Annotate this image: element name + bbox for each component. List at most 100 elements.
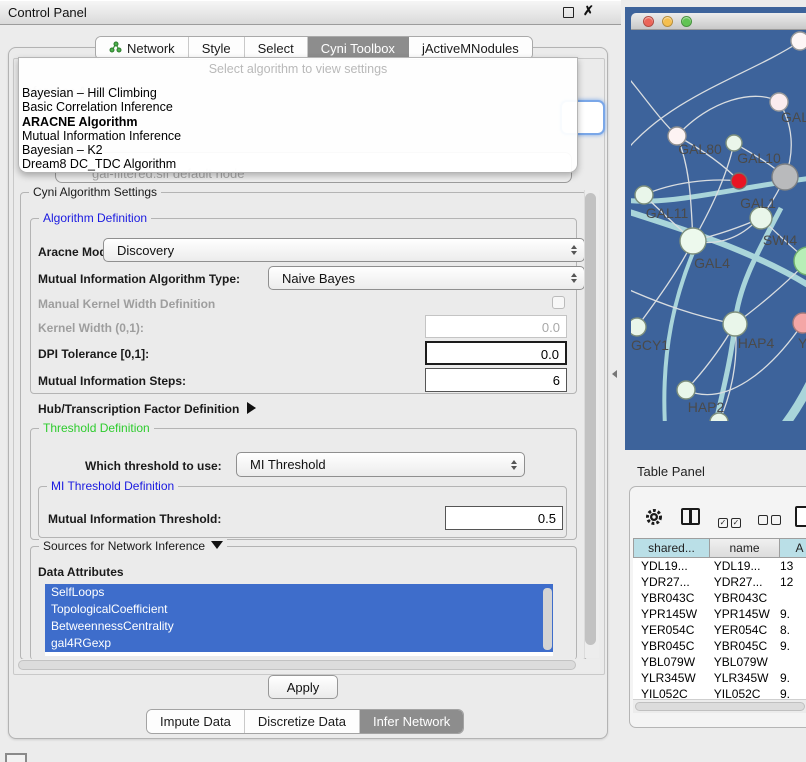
table-cell: YBR045C [706,638,772,654]
attribute-item-selfloops[interactable]: SelfLoops [45,584,553,601]
node-green-small[interactable] [726,135,742,151]
table-row[interactable]: YDR27...YDR27...12 [633,574,806,590]
network-edge[interactable] [631,210,806,288]
network-edge[interactable] [779,382,806,421]
node-label-gal80: GAL80 [678,141,722,157]
mi-threshold-field[interactable]: 0.5 [445,506,563,530]
table-panel-title: Table Panel [637,464,705,479]
column-header-a[interactable]: A [780,538,806,558]
network-canvas[interactable]: GALGAL80GAL10GAL1GAL11SWI4GAL4GCY1HAP4YH… [631,30,806,421]
node-gray[interactable] [772,164,798,190]
combo-stepper-icon [571,273,577,283]
table-cell: YDR27... [706,574,772,590]
attribute-item-gal4rgexp[interactable]: gal4RGexp [45,635,553,652]
table-cell: YPR145W [633,606,706,622]
minimize-window-button[interactable] [662,16,673,27]
table-rows: YDL19...YDL19...13YDR27...YDR27...12YBR0… [633,558,806,699]
node-gal4[interactable] [680,228,706,254]
column-header-name[interactable]: name [710,538,780,558]
close-window-button[interactable] [643,16,654,27]
table-horizontal-scrollbar-thumb[interactable] [635,702,805,711]
bottom-tab-infer-network[interactable]: Infer Network [360,710,463,733]
show-columns-icon[interactable] [681,508,700,525]
node-label-gal10: GAL10 [737,150,781,166]
table-row[interactable]: YER054CYER054C8. [633,622,806,638]
node-gal11[interactable] [635,186,653,204]
attribute-item-betweennesscentrality[interactable]: BetweennessCentrality [45,618,553,635]
which-threshold-combo[interactable]: MI Threshold [236,452,525,477]
table-header-row: shared...nameA [633,538,806,558]
table-cell: YDL19... [706,558,772,574]
hub-tf-definition-expander[interactable]: Hub/Transcription Factor Definition [38,402,256,416]
table-row[interactable]: YPR145WYPR145W9. [633,606,806,622]
table-row[interactable]: YBR043CYBR043C [633,590,806,606]
minimized-panel-icon[interactable] [5,753,27,762]
network-edge[interactable] [677,96,779,136]
tab-select[interactable]: Select [245,37,308,59]
network-icon [109,41,122,56]
close-panel-icon[interactable]: ✗ [583,3,594,19]
table-cell: 13 [772,558,806,574]
node-red[interactable] [731,173,747,189]
node-hap2[interactable] [677,381,695,399]
settings-horizontal-scrollbar-thumb[interactable] [18,660,576,670]
table-row[interactable]: YDL19...YDL19...13 [633,558,806,574]
algorithm-option-basic-correlation-inference[interactable]: Basic Correlation Inference [19,100,577,114]
algorithm-option-bayesian-hill-climbing[interactable]: Bayesian – Hill Climbing [19,86,577,100]
apply-button[interactable]: Apply [268,675,338,699]
network-window-titlebar[interactable] [631,13,806,30]
node-gcy1[interactable] [631,318,646,336]
table-row[interactable]: YIL052CYIL052C9. [633,686,806,699]
cyni-algorithm-settings-title: Cyni Algorithm Settings [29,185,161,199]
float-panel-icon[interactable] [563,7,574,18]
table-settings-gear-icon[interactable] [644,507,664,532]
table-row[interactable]: YBR045CYBR045C9. [633,638,806,654]
attributes-list-scrollbar[interactable] [543,588,552,650]
bottom-tab-impute-data[interactable]: Impute Data [147,710,245,733]
node-top-right[interactable] [791,32,806,50]
node-right-green[interactable] [794,247,806,275]
table-cell: YIL052C [706,686,772,699]
algorithm-option-dream8-dc-tdc-algorithm[interactable]: Dream8 DC_TDC Algorithm [19,157,577,171]
kernel-width-field[interactable]: 0.0 [425,315,567,338]
tab-jactivemnodules[interactable]: jActiveMNodules [409,37,532,59]
tab-cyni-toolbox-label: Cyni Toolbox [321,41,395,56]
table-row[interactable]: YBL079WYBL079W [633,654,806,670]
sources-group-title[interactable]: Sources for Network Inference [39,539,227,553]
node-hap4[interactable] [723,312,747,336]
panel-collapse-arrow[interactable] [612,370,617,378]
table-cell: 8. [772,622,806,638]
network-edge[interactable] [686,323,803,395]
tab-network[interactable]: Network [96,37,189,59]
bottom-tab-discretize-data[interactable]: Discretize Data [245,710,360,733]
table-cell: 9. [772,638,806,654]
mi-steps-field[interactable]: 6 [425,368,567,392]
node-label-swi4: SWI4 [763,232,797,248]
export-table-icon[interactable] [795,506,806,527]
column-header-shared-[interactable]: shared... [633,538,710,558]
mi-algorithm-type-combo[interactable]: Naive Bayes [268,266,585,290]
tab-style[interactable]: Style [189,37,245,59]
network-edge[interactable] [631,74,677,136]
algorithm-option-bayesian-k2[interactable]: Bayesian – K2 [19,143,577,157]
network-edge[interactable] [735,261,806,324]
node-salmon[interactable] [793,313,806,333]
control-panel-title: Control Panel [8,5,87,20]
zoom-window-button[interactable] [681,16,692,27]
network-edge[interactable] [631,288,735,324]
dpi-tolerance-field[interactable]: 0.0 [425,341,567,365]
attribute-item-topologicalcoefficient[interactable]: TopologicalCoefficient [45,601,553,618]
tab-cyni-toolbox[interactable]: Cyni Toolbox [308,37,409,59]
table-row[interactable]: YLR345WYLR345W9. [633,670,806,686]
table-horizontal-scrollbar[interactable] [633,699,806,713]
select-all-columns-icon[interactable]: ✓✓ [718,512,741,530]
hub-tf-definition-label: Hub/Transcription Factor Definition [38,402,239,416]
algorithm-option-aracne-algorithm[interactable]: ARACNE Algorithm [19,115,577,129]
table-cell: YER054C [633,622,706,638]
deselect-all-columns-icon[interactable] [758,512,781,530]
network-edge[interactable] [637,241,693,327]
settings-vertical-scrollbar-thumb[interactable] [585,193,596,645]
algorithm-option-mutual-information-inference[interactable]: Mutual Information Inference [19,129,577,143]
aracne-mode-combo[interactable]: Discovery [103,238,585,262]
manual-kernel-width-checkbox[interactable] [552,296,565,309]
